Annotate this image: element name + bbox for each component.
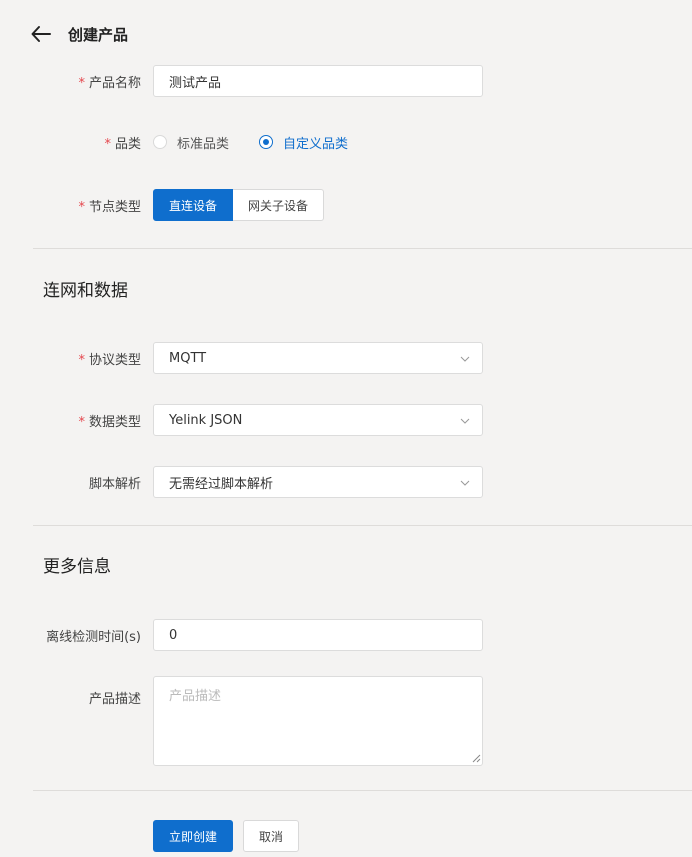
page-title: 创建产品 bbox=[68, 25, 129, 44]
script-select-value: 无需经过脚本解析 bbox=[169, 476, 274, 492]
node-type-gateway-sub-button[interactable]: 网关子设备 bbox=[233, 189, 325, 221]
description-label: 产品描述 bbox=[88, 692, 141, 707]
chevron-down-icon bbox=[460, 356, 470, 362]
page-header: 创建产品 bbox=[30, 20, 128, 48]
resize-grip-icon[interactable] bbox=[472, 754, 481, 763]
offline-label: 离线检测时间(s) bbox=[46, 629, 141, 645]
protocol-select-value: MQTT bbox=[169, 350, 207, 366]
node-type-segmented: 直连设备 网关子设备 bbox=[153, 189, 325, 221]
node-type-label: * 节点类型 bbox=[78, 199, 141, 215]
offline-time-input[interactable]: 0 bbox=[153, 619, 483, 651]
category-row: * 品类 标准品类 自定义品类 bbox=[0, 132, 692, 152]
script-row: 脚本解析 无需经过脚本解析 bbox=[0, 466, 692, 498]
offline-row: 离线检测时间(s) 0 bbox=[0, 619, 692, 651]
network-section-title: 连网和数据 bbox=[43, 281, 128, 301]
node-type-row: * 节点类型 直连设备 网关子设备 bbox=[0, 189, 692, 221]
required-mark: * bbox=[78, 199, 85, 215]
description-textarea[interactable] bbox=[153, 676, 483, 766]
category-radio-group: 标准品类 自定义品类 bbox=[153, 133, 378, 152]
cancel-button[interactable]: 取消 bbox=[243, 820, 299, 852]
required-mark: * bbox=[78, 352, 85, 368]
create-product-page: 创建产品 * 产品名称 测试产品 * 品类 标准品类 自定义品类 * 节点类型 直连设… bbox=[0, 0, 692, 857]
radio-circle-icon bbox=[153, 135, 167, 149]
data-type-select-value: Yelink JSON bbox=[169, 412, 243, 428]
product-name-input[interactable]: 测试产品 bbox=[153, 65, 483, 97]
script-label: 脚本解析 bbox=[88, 476, 141, 492]
arrow-left-icon[interactable] bbox=[30, 23, 52, 45]
data-type-select[interactable]: Yelink JSON bbox=[153, 404, 483, 436]
submit-button[interactable]: 立即创建 bbox=[153, 820, 233, 852]
chevron-down-icon bbox=[460, 418, 470, 424]
data-type-row: * 数据类型 Yelink JSON bbox=[0, 404, 692, 436]
radio-custom-category[interactable]: 自定义品类 bbox=[259, 133, 348, 152]
product-name-label: * 产品名称 bbox=[78, 75, 141, 91]
required-mark: * bbox=[104, 136, 111, 152]
node-type-direct-button[interactable]: 直连设备 bbox=[153, 189, 234, 221]
protocol-select[interactable]: MQTT bbox=[153, 342, 483, 374]
required-mark: * bbox=[78, 75, 85, 91]
protocol-label: * 协议类型 bbox=[78, 352, 141, 368]
radio-checked-icon bbox=[259, 135, 274, 149]
chevron-down-icon bbox=[460, 480, 470, 486]
category-label: * 品类 bbox=[104, 136, 141, 152]
required-mark: * bbox=[78, 414, 85, 430]
section-divider bbox=[33, 248, 692, 249]
protocol-row: * 协议类型 MQTT bbox=[0, 342, 692, 374]
product-name-row: * 产品名称 测试产品 bbox=[0, 65, 692, 97]
radio-standard-category[interactable]: 标准品类 bbox=[153, 133, 229, 152]
script-select[interactable]: 无需经过脚本解析 bbox=[153, 466, 483, 498]
section-divider bbox=[33, 790, 692, 791]
section-divider bbox=[33, 525, 692, 526]
more-section-title: 更多信息 bbox=[43, 557, 111, 577]
data-type-label: * 数据类型 bbox=[78, 414, 141, 430]
